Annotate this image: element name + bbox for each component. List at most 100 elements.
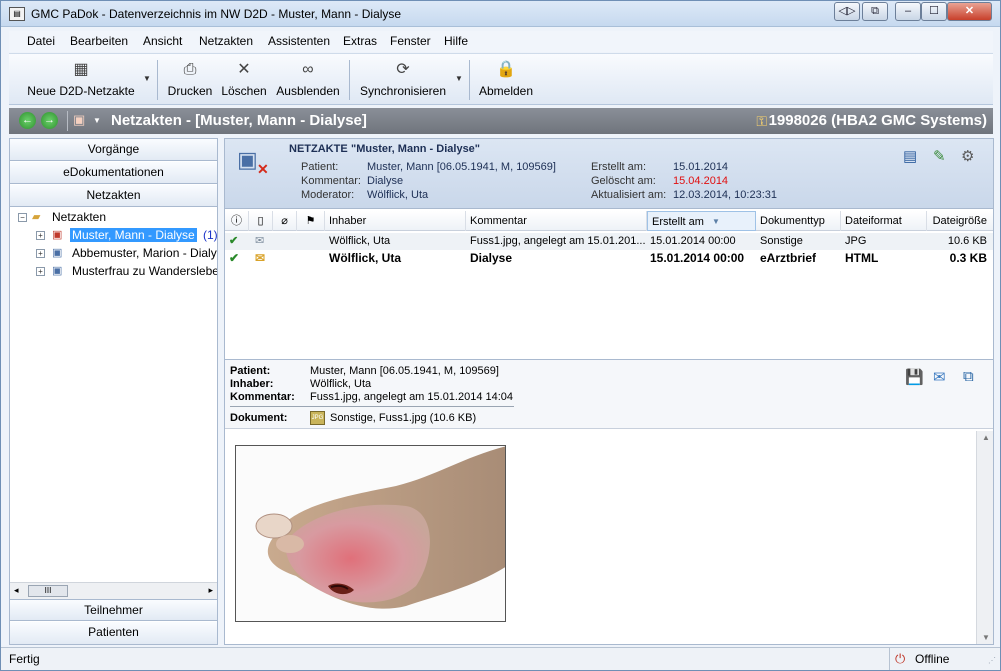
header-label-updated: Aktualisiert am: [591,189,667,201]
menu-fenster[interactable]: Fenster [390,34,431,48]
scroll-down-icon[interactable]: ▼ [982,633,990,642]
sidebar-button-vorgaenge[interactable]: Vorgänge [10,139,217,161]
lock-icon: 🔒 [496,61,516,78]
delete-label: Löschen [221,84,267,98]
column-document-icon[interactable]: ▯ [249,211,273,231]
row-size: 10.6 KB [947,235,987,247]
row-owner: Wölflick, Uta [329,235,391,247]
scroll-left-icon[interactable]: ◂ [14,585,19,596]
page-title: Netzakten - [Muster, Mann - Dialyse] [111,112,367,129]
sync-button[interactable]: ⟳ Synchronisieren [357,58,449,102]
print-button[interactable]: ⎙ Drucken [165,58,215,102]
foot-photo [236,446,505,621]
close-button[interactable]: ✕ [947,2,992,21]
sidebar-button-netzakten[interactable]: Netzakten [10,185,217,207]
row-comment: Dialyse [470,251,513,265]
offline-plug-icon: ⏻ [895,651,906,666]
menu-assistenten[interactable]: Assistenten [268,34,330,48]
row-type: eArztbrief [760,251,817,265]
header-label-patient: Patient: [301,161,339,173]
scroll-right-icon[interactable]: ▸ [208,585,213,596]
tree-expand-icon[interactable]: + [36,249,45,258]
delete-x-icon: ✕ [237,61,251,78]
send-document-icon[interactable]: ✉ [933,368,946,386]
toolbar-separator [469,60,470,100]
closed-envelope-icon: ✉ [255,251,266,265]
maximize-button[interactable]: ☐ [921,2,947,21]
settings-icon[interactable]: ⚙ [961,147,974,165]
tree-expand-icon[interactable]: + [36,231,45,240]
resize-grip-icon[interactable]: ⋰ [988,656,996,665]
participants-icon[interactable]: ✎ [933,147,946,165]
hide-label: Ausblenden [276,84,340,98]
horizontal-scrollbar[interactable]: ◂ III ▸ [10,582,217,599]
column-header-owner[interactable]: Inhaber [325,211,466,231]
column-header-format[interactable]: Dateiformat [841,211,927,231]
deleted-mark-icon: ✕ [257,161,269,177]
column-header-created[interactable]: Erstellt am ▼ [647,211,756,231]
menu-datei[interactable]: Datei [27,34,55,48]
connection-status: Offline [915,652,950,666]
open-external-icon[interactable]: ⧉ [963,368,974,385]
row-type: Sonstige [760,235,803,247]
folder-icon: ▰ [32,211,41,223]
back-arrow-icon[interactable]: ← [19,112,36,129]
row-created: 15.01.2014 00:00 [650,235,736,247]
printer-icon: ⎙ [183,61,197,78]
back-forward-caption-icon[interactable]: ◁▷ [834,2,860,21]
column-header-size[interactable]: Dateigröße [927,211,993,231]
forward-arrow-icon[interactable]: → [41,112,58,129]
vertical-scrollbar[interactable]: ▲ ▼ [976,431,993,644]
sidebar-button-patienten[interactable]: Patienten [10,622,217,644]
header-label-deleted: Gelöscht am: [591,175,656,187]
menu-netzakten[interactable]: Netzakten [199,34,253,48]
header-value-moderator: Wölflick, Uta [367,189,429,201]
new-netzakte-button[interactable]: ▦ Neue D2D-Netzakte [23,58,139,102]
restore-caption-icon[interactable]: ⧉ [862,2,888,21]
tree-item-abbemuster[interactable]: Abbemuster, Marion - Dialy [72,246,217,260]
sort-desc-icon: ▼ [712,217,720,226]
tree-collapse-icon[interactable]: − [18,213,27,222]
toolbar-separator [349,60,350,100]
sidebar-button-edokumentationen[interactable]: eDokumentationen [10,162,217,184]
detail-value-owner: Wölflick, Uta [310,378,372,390]
tree-expand-icon[interactable]: + [36,267,45,276]
row-size: 0.3 KB [949,251,987,265]
minimize-button[interactable]: – [895,2,921,21]
menu-extras[interactable]: Extras [343,34,377,48]
tree-root-label[interactable]: Netzakten [52,210,106,224]
column-header-type[interactable]: Dokumenttyp [756,211,841,231]
view-dropdown-arrow-icon[interactable]: ▼ [93,116,101,125]
scroll-up-icon[interactable]: ▲ [982,433,990,442]
sync-dropdown-arrow-icon[interactable]: ▼ [455,74,463,83]
menu-ansicht[interactable]: Ansicht [143,34,182,48]
save-icon[interactable]: 💾 [905,368,924,386]
menu-hilfe[interactable]: Hilfe [444,34,468,48]
logout-button[interactable]: 🔒 Abmelden [477,58,535,102]
sidebar-button-teilnehmer[interactable]: Teilnehmer [10,599,217,621]
toolbar-separator [157,60,158,100]
detail-value-document[interactable]: Sonstige, Fuss1.jpg (10.6 KB) [330,412,476,424]
app-window: ▤ GMC PaDok - Datenverzeichnis im NW D2D… [0,0,1001,671]
new-dropdown-arrow-icon[interactable]: ▼ [143,74,151,83]
column-flag-icon[interactable]: ⚑ [297,211,325,231]
table-row[interactable]: ✔ ✉ Wölflick, Uta Dialyse 15.01.2014 00:… [225,250,993,267]
tree-item-musterfrau[interactable]: Musterfrau zu Wandersleber [72,264,217,278]
hide-button[interactable]: ∞ Ausblenden [275,58,341,102]
tree-item-count: (1) [203,228,218,242]
menu-bearbeiten[interactable]: Bearbeiten [70,34,128,48]
tree-item-muster-mann[interactable]: Muster, Mann - Dialyse [70,228,197,242]
delete-button[interactable]: ✕ Löschen [220,58,268,102]
new-netzakte-label: Neue D2D-Netzakte [27,84,135,98]
netzakte-deleted-icon: ▣ [52,229,63,241]
table-row[interactable]: ✔ ✉ Wölflick, Uta Fuss1.jpg, angelegt am… [225,233,993,250]
scroll-thumb[interactable]: III [28,585,68,597]
print-label: Drucken [167,84,213,98]
logout-label: Abmelden [478,84,534,98]
netzakte-view-icon[interactable]: ▣ [73,112,85,128]
menu-bar: Datei Bearbeiten Ansicht Netzakten Assis… [9,31,993,52]
column-attachment-icon[interactable]: ⌀ [273,211,297,231]
column-header-comment[interactable]: Kommentar [466,211,647,231]
edit-netzakte-icon[interactable]: ▤ [903,147,917,165]
column-priority-icon[interactable]: ⓘ [225,211,249,231]
